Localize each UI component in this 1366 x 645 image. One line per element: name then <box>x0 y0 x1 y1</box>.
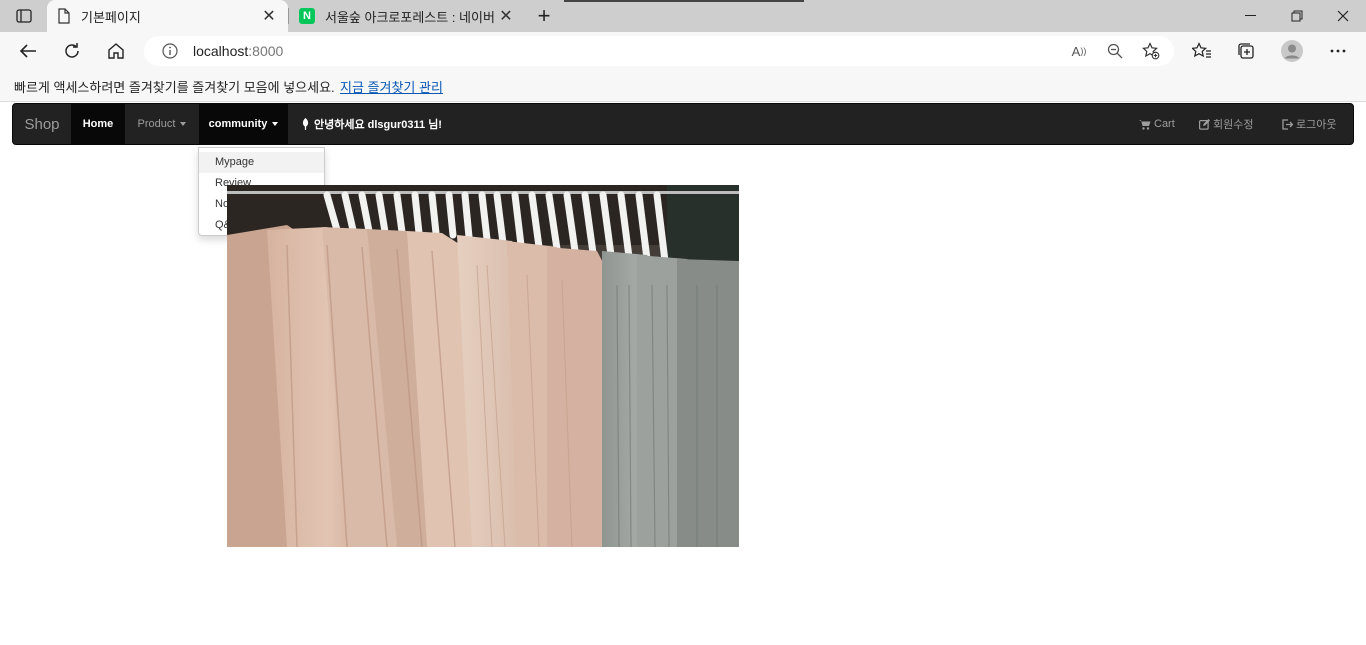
home-icon <box>108 43 124 59</box>
url-text[interactable]: localhost:8000 <box>193 43 283 59</box>
dropdown-item-mypage[interactable]: Mypage <box>199 152 324 173</box>
favorites-button[interactable] <box>1186 35 1218 67</box>
leaf-icon <box>302 118 309 130</box>
refresh-icon <box>65 43 79 58</box>
close-icon <box>1337 10 1349 22</box>
nav-community-dropdown[interactable]: community <box>199 104 288 144</box>
tab-inactive[interactable]: N 서울숲 아크로포레스트 : 네이버 ✕ <box>289 0 525 32</box>
more-icon <box>1330 49 1346 53</box>
caret-down-icon <box>272 122 279 126</box>
zoom-out-icon[interactable] <box>1104 41 1126 61</box>
settings-more-button[interactable] <box>1322 35 1354 67</box>
browser-tabstrip: 기본페이지 ✕ N 서울숲 아크로포레스트 : 네이버 ✕ + <box>0 0 1366 32</box>
profile-button[interactable] <box>1276 35 1308 67</box>
greeting-text: 안녕하세요 dlsgur0311 님! <box>314 119 442 131</box>
minimize-icon <box>1245 15 1256 16</box>
caret-down-icon <box>180 122 187 126</box>
collections-icon <box>1238 43 1254 59</box>
site-navbar: Shop Home Product community 안녕하세요 dlsgur… <box>12 103 1354 145</box>
manage-favorites-link[interactable]: 지금 즐겨찾기 관리 <box>340 77 443 96</box>
nav-product-label: Product <box>137 118 176 130</box>
naver-favicon-icon: N <box>299 8 315 24</box>
tab-active[interactable]: 기본페이지 ✕ <box>47 0 288 32</box>
tab-title: 서울숲 아크로포레스트 : 네이버 <box>325 9 495 25</box>
read-aloud-icon[interactable]: A)) <box>1068 41 1090 61</box>
brand-link[interactable]: Shop <box>13 104 71 144</box>
arrow-left-icon <box>19 44 36 58</box>
cart-label: Cart <box>1154 118 1175 130</box>
tab-close-button[interactable]: ✕ <box>260 7 278 25</box>
browser-toolbar: localhost:8000 A)) <box>0 32 1366 70</box>
add-favorite-icon[interactable] <box>1140 41 1162 61</box>
info-icon[interactable] <box>162 43 178 59</box>
logout-icon <box>1282 118 1293 130</box>
refresh-button[interactable] <box>56 35 88 67</box>
address-bar[interactable]: localhost:8000 A)) <box>144 36 1174 66</box>
restore-icon <box>1291 10 1303 22</box>
back-button[interactable] <box>12 35 44 67</box>
favorites-icon <box>1192 42 1211 58</box>
restore-button[interactable] <box>1274 0 1320 32</box>
nav-home[interactable]: Home <box>71 104 125 144</box>
collections-button[interactable] <box>1230 35 1262 67</box>
edit-icon <box>1199 118 1210 130</box>
nav-product-dropdown[interactable]: Product <box>125 104 199 144</box>
tab-close-button[interactable]: ✕ <box>497 7 515 25</box>
page-icon <box>58 8 70 24</box>
nav-edit-profile[interactable]: 회원수정 <box>1199 104 1253 144</box>
avatar <box>1281 40 1303 62</box>
minimize-button[interactable] <box>1228 0 1274 32</box>
new-tab-button[interactable]: + <box>530 3 558 28</box>
nav-community-label: community <box>208 118 268 130</box>
home-button[interactable] <box>100 35 132 67</box>
nav-cart[interactable]: Cart <box>1139 104 1175 144</box>
tab-drag-indicator <box>564 0 804 2</box>
nav-logout[interactable]: 로그아웃 <box>1282 104 1336 144</box>
edit-profile-label: 회원수정 <box>1213 119 1254 131</box>
tab-title: 기본페이지 <box>81 9 141 25</box>
hero-image <box>227 185 739 547</box>
tab-actions-button[interactable] <box>8 4 40 28</box>
close-window-button[interactable] <box>1320 0 1366 32</box>
tab-actions-icon <box>16 9 32 23</box>
favorites-hint: 빠르게 액세스하려면 즐겨찾기를 즐겨찾기 모음에 넣으세요. <box>14 80 335 95</box>
favorites-bar: 빠르게 액세스하려면 즐겨찾기를 즐겨찾기 모음에 넣으세요. 지금 즐겨찾기 … <box>0 70 1366 102</box>
clothes-rack-illustration <box>227 185 739 547</box>
user-greeting: 안녕하세요 dlsgur0311 님! <box>301 104 442 144</box>
cart-icon <box>1139 119 1151 130</box>
logout-label: 로그아웃 <box>1296 119 1337 131</box>
